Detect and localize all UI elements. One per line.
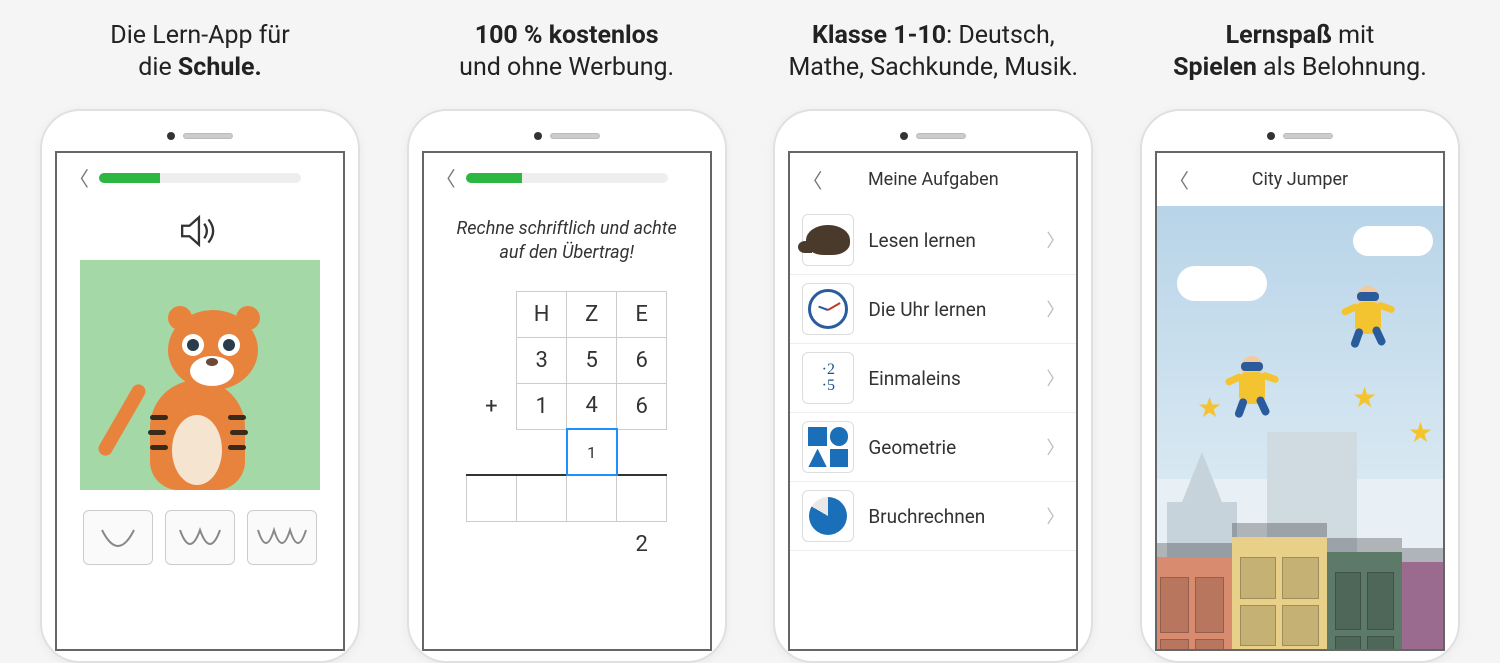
chevron-right-icon: 〉 [1046,365,1064,391]
result-digit[interactable]: 2 [617,521,667,567]
phone-mockup-3: 〈 Meine Aufgaben Lesen lernen 〉 Die Uhr … [773,109,1093,663]
chevron-right-icon: 〉 [1046,503,1064,529]
chevron-right-icon: 〉 [1046,434,1064,460]
numbers-icon: ·2·5 [802,352,854,404]
calc-grid: HZE 356 +146 1 2 [466,291,667,568]
col-header-e: E [617,291,667,337]
task-list: Lesen lernen 〉 Die Uhr lernen 〉 ·2·5 Ein… [790,206,1076,551]
hero-character [1343,286,1393,346]
caption-2: 100 % kostenlos und ohne Werbung. [459,15,674,89]
screen-3: 〈 Meine Aufgaben Lesen lernen 〉 Die Uhr … [788,151,1078,651]
progress-bar [99,173,301,183]
col-header-z: Z [567,291,617,337]
task-item-einmaleins[interactable]: ·2·5 Einmaleins 〉 [790,344,1076,413]
operator: + [467,383,517,429]
screen-2: 〈 Rechne schriftlich und achte auf den Ü… [422,151,712,651]
promo-panel-4: Lernspaß mit Spielen als Belohnung. 〈 Ci… [1120,0,1480,663]
phone-mockup-2: 〈 Rechne schriftlich und achte auf den Ü… [407,109,727,663]
fraction-icon [802,490,854,542]
screen-1: 〈 [55,151,345,651]
audio-button[interactable] [57,212,343,250]
game-scene[interactable]: ★ ★ ★ [1157,206,1443,651]
syllable-option-3[interactable] [247,510,317,565]
screen-4: 〈 City Jumper ★ ★ ★ [1155,151,1445,651]
promo-panel-1: Die Lern-App für die Schule. 〈 [20,0,380,663]
syllable-option-2[interactable] [165,510,235,565]
phone-mockup-4: 〈 City Jumper ★ ★ ★ [1140,109,1460,663]
task-item-bruch[interactable]: Bruchrechnen 〉 [790,482,1076,551]
house [1232,537,1327,651]
house [1327,552,1402,651]
star-icon: ★ [1408,416,1433,449]
hedgehog-icon [802,214,854,266]
task-item-uhr[interactable]: Die Uhr lernen 〉 [790,275,1076,344]
promo-panel-2: 100 % kostenlos und ohne Werbung. 〈 Rech… [387,0,747,663]
game-title: City Jumper [1199,169,1401,190]
caption-1: Die Lern-App für die Schule. [110,15,289,89]
back-button[interactable]: 〈 [436,163,456,192]
task-item-geometrie[interactable]: Geometrie 〉 [790,413,1076,482]
caption-4: Lernspaß mit Spielen als Belohnung. [1173,15,1427,89]
clock-icon [802,283,854,335]
chevron-right-icon: 〉 [1046,227,1064,253]
star-icon: ★ [1197,391,1222,424]
progress-bar [466,173,668,183]
phone-mockup-1: 〈 [40,109,360,663]
image-card-tiger [80,260,320,490]
cloud-icon [1177,266,1267,301]
back-button[interactable]: 〈 [1169,165,1189,194]
screen-title: Meine Aufgaben [832,169,1034,190]
shapes-icon [802,421,854,473]
carry-cell[interactable]: 1 [567,429,617,475]
caption-3: Klasse 1-10: Deutsch, Mathe, Sachkunde, … [788,15,1078,89]
star-icon: ★ [1352,381,1377,414]
instruction-text: Rechne schriftlich und achte auf den Übe… [424,202,710,281]
back-button[interactable]: 〈 [69,163,89,192]
task-item-lesen[interactable]: Lesen lernen 〉 [790,206,1076,275]
house [1157,557,1232,651]
syllable-option-1[interactable] [83,510,153,565]
house [1402,562,1443,651]
promo-panel-3: Klasse 1-10: Deutsch, Mathe, Sachkunde, … [753,0,1113,663]
back-button[interactable]: 〈 [802,165,822,194]
cloud-icon [1353,226,1433,256]
hero-character [1227,356,1277,416]
chevron-right-icon: 〉 [1046,296,1064,322]
col-header-h: H [517,291,567,337]
